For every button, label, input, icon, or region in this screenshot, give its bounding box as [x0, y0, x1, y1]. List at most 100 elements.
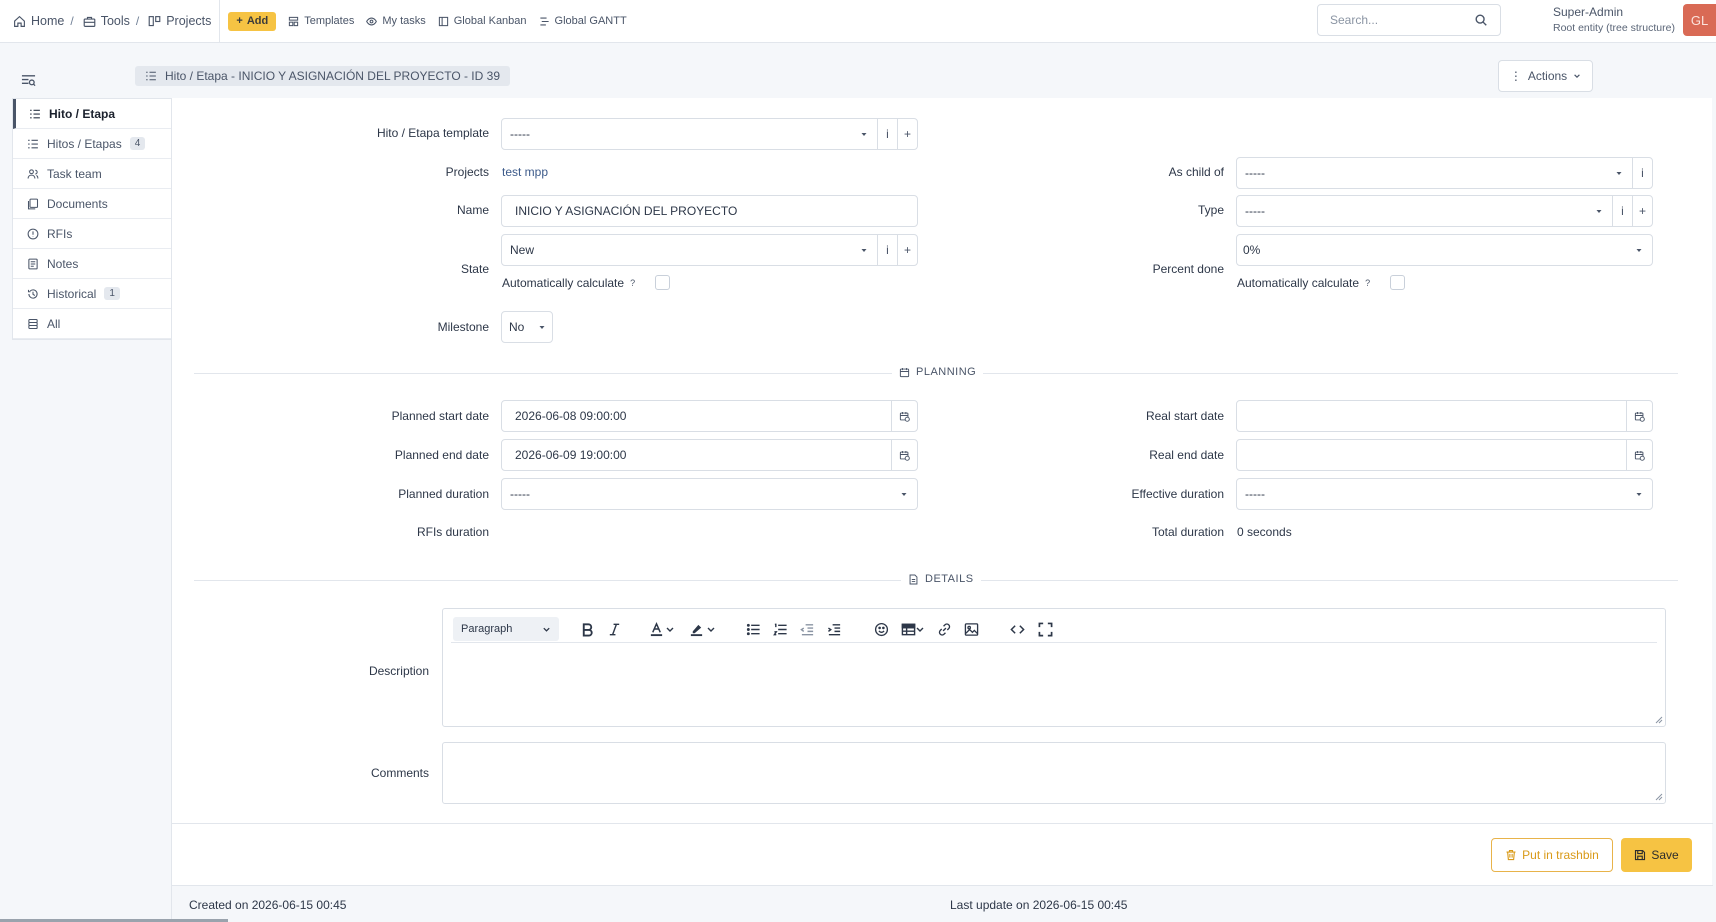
bullet-list-icon[interactable] — [744, 621, 762, 637]
eye-icon — [366, 17, 378, 25]
planned-start-calendar-button[interactable] — [891, 401, 917, 431]
breadcrumb-home[interactable]: Home — [13, 14, 64, 28]
total-duration-label: Total duration — [1151, 525, 1224, 539]
breadcrumb-separator: / — [135, 14, 140, 28]
emoji-icon[interactable] — [872, 621, 890, 637]
tab-documents[interactable]: Documents — [13, 189, 172, 219]
comments-label: Comments — [370, 766, 429, 780]
name-label: Name — [456, 203, 489, 217]
tab-label: Hito / Etapa — [49, 106, 116, 121]
type-info-button[interactable]: i — [1612, 196, 1632, 226]
my-tasks-link[interactable]: My tasks — [366, 15, 426, 27]
side-tabs: Hito / Etapa Hitos / Etapas 4 Task team … — [12, 98, 172, 340]
tab-notes[interactable]: Notes — [13, 249, 172, 279]
search-placeholder: Search... — [1330, 13, 1379, 27]
link-icon[interactable] — [935, 621, 953, 637]
state-info-button[interactable]: i — [877, 235, 897, 265]
milestone-select[interactable]: No — [501, 311, 553, 343]
state-label: State — [460, 262, 489, 276]
template-select-value: ----- — [510, 127, 530, 141]
type-add-button[interactable]: + — [1632, 196, 1652, 226]
templates-link[interactable]: Templates — [288, 15, 354, 27]
highlight-icon[interactable] — [687, 621, 705, 637]
avatar[interactable]: GL — [1683, 4, 1716, 36]
calendar-clock-icon — [899, 411, 910, 422]
numbered-list-icon[interactable] — [771, 621, 789, 637]
actions-button[interactable]: ⋮ Actions — [1498, 60, 1593, 92]
toggle-sidebar-icon[interactable] — [21, 73, 36, 88]
template-info-button[interactable]: i — [877, 119, 897, 149]
italic-icon[interactable] — [605, 621, 623, 637]
paragraph-style-select[interactable]: Paragraph — [453, 617, 559, 641]
chevron-down-icon — [1574, 74, 1580, 79]
name-input[interactable]: INICIO Y ASIGNACIÓN DEL PROYECTO — [501, 195, 918, 227]
global-gantt-link[interactable]: Global GANTT — [539, 15, 627, 27]
child-select[interactable]: ----- i — [1236, 157, 1653, 189]
type-select[interactable]: ----- i + — [1236, 195, 1653, 227]
tab-hito-etapa[interactable]: Hito / Etapa — [13, 99, 172, 129]
fullscreen-icon[interactable] — [1036, 621, 1054, 637]
indent-icon[interactable] — [825, 621, 843, 637]
effective-duration-select[interactable]: ----- — [1236, 478, 1653, 510]
image-icon[interactable] — [962, 621, 980, 637]
planned-end-calendar-button[interactable] — [891, 440, 917, 470]
notes-icon — [28, 258, 38, 269]
help-icon[interactable]: ? — [630, 278, 635, 288]
tab-historical[interactable]: Historical 1 — [13, 279, 172, 309]
state-add-button[interactable]: + — [897, 235, 917, 265]
rfis-duration-label: RFIs duration — [416, 525, 489, 539]
planned-end-label: Planned end date — [394, 448, 489, 462]
state-auto-calc-checkbox[interactable] — [655, 275, 671, 290]
planning-section-header: PLANNING — [892, 366, 984, 378]
chevron-down-icon[interactable] — [915, 621, 925, 637]
breadcrumb-projects[interactable]: Projects — [148, 14, 211, 28]
font-color-icon[interactable] — [647, 621, 665, 637]
description-editor[interactable]: Paragraph — [442, 608, 1666, 727]
add-button[interactable]: + Add — [228, 11, 277, 31]
bold-icon[interactable] — [578, 621, 596, 637]
user-name: Super-Admin — [1553, 5, 1624, 19]
planned-start-input[interactable]: 2026-06-08 09:00:00 — [501, 400, 918, 432]
tab-all[interactable]: All — [13, 309, 172, 339]
comments-textarea[interactable] — [442, 742, 1666, 804]
real-start-label: Real start date — [1145, 409, 1224, 423]
tab-task-team[interactable]: Task team — [13, 159, 172, 189]
breadcrumb-tools[interactable]: Tools — [83, 14, 130, 28]
breadcrumb-projects-label: Projects — [166, 14, 212, 28]
planning-section-title: PLANNING — [916, 366, 977, 378]
real-start-input[interactable] — [1236, 400, 1653, 432]
percent-select[interactable]: 0% — [1236, 234, 1653, 266]
source-code-icon[interactable] — [1008, 621, 1026, 637]
planned-end-input[interactable]: 2026-06-09 19:00:00 — [501, 439, 918, 471]
child-info-button[interactable]: i — [1632, 158, 1652, 188]
resize-handle-icon[interactable] — [1655, 716, 1663, 724]
chevron-down-icon[interactable] — [665, 621, 675, 637]
auto-calc-label: Automatically calculate — [502, 275, 625, 290]
help-icon[interactable]: ? — [1365, 278, 1370, 288]
save-button[interactable]: Save — [1621, 838, 1692, 872]
put-in-trashbin-button[interactable]: Put in trashbin — [1491, 838, 1613, 872]
tab-label: Documents — [47, 196, 108, 211]
name-input-value: INICIO Y ASIGNACIÓN DEL PROYECTO — [515, 204, 738, 218]
outdent-icon[interactable] — [798, 621, 816, 637]
real-start-calendar-button[interactable] — [1626, 401, 1652, 431]
global-kanban-link[interactable]: Global Kanban — [438, 15, 527, 27]
calendar-clock-icon — [1634, 450, 1645, 461]
projects-link[interactable]: test mpp — [502, 165, 548, 179]
search-input[interactable]: Search... — [1317, 4, 1501, 36]
real-end-calendar-button[interactable] — [1626, 440, 1652, 470]
resize-handle-icon[interactable] — [1655, 793, 1663, 801]
tab-label: All — [47, 316, 61, 331]
user-menu[interactable]: Super-Admin Root entity (tree structure) — [1553, 5, 1675, 34]
tab-hitos-etapas[interactable]: Hitos / Etapas 4 — [13, 129, 172, 159]
caret-down-icon — [1636, 493, 1642, 496]
tab-rfis[interactable]: RFIs — [13, 219, 172, 249]
planned-duration-select[interactable]: ----- — [501, 478, 918, 510]
percent-auto-calc-checkbox[interactable] — [1390, 275, 1406, 290]
breadcrumb: Home / Tools / Projects — [0, 0, 221, 42]
state-select[interactable]: New i + — [501, 234, 918, 266]
template-select[interactable]: ----- i + — [501, 118, 918, 150]
real-end-input[interactable] — [1236, 439, 1653, 471]
chevron-down-icon[interactable] — [706, 621, 716, 637]
template-add-button[interactable]: + — [897, 119, 917, 149]
